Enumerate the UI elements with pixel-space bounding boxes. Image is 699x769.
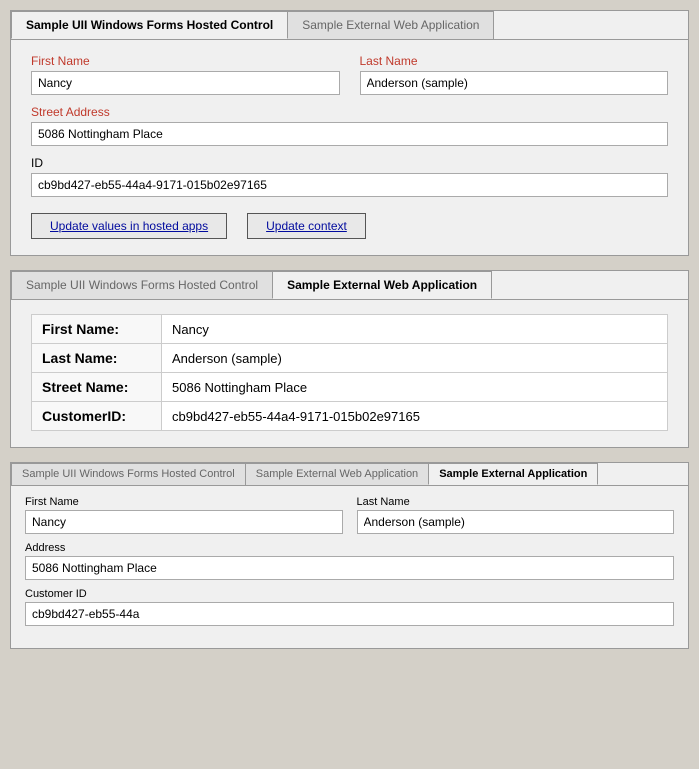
panel-3-firstname-label: First Name xyxy=(25,496,343,508)
panel-3-row-address: Address xyxy=(25,542,674,580)
table-row: CustomerID: cb9bd427-eb55-44a4-9171-015b… xyxy=(32,402,668,431)
panel-1-first-name-label: First Name xyxy=(31,54,340,68)
panel-3-lastname-group: Last Name xyxy=(357,496,675,534)
update-apps-button[interactable]: Update values in hosted apps xyxy=(31,213,227,239)
update-context-button[interactable]: Update context xyxy=(247,213,366,239)
panel-3-address-label: Address xyxy=(25,542,674,554)
table-cell-firstname-value: Nancy xyxy=(162,315,668,344)
panel-1-last-name-label: Last Name xyxy=(360,54,669,68)
table-row: Last Name: Anderson (sample) xyxy=(32,344,668,373)
panel-2-tab-bar: Sample UII Windows Forms Hosted Control … xyxy=(11,271,688,300)
panel-1-first-name-input[interactable] xyxy=(31,71,340,95)
panel-2-tab-external-web[interactable]: Sample External Web Application xyxy=(272,271,492,299)
panel-3-customerid-label: Customer ID xyxy=(25,588,674,600)
panel-1-body: First Name Last Name Street Address ID U… xyxy=(11,40,688,255)
panel-3-tab-external-app[interactable]: Sample External Application xyxy=(428,463,598,485)
panel-1-button-row: Update values in hosted apps Update cont… xyxy=(31,213,668,239)
panel-3-firstname-group: First Name xyxy=(25,496,343,534)
table-cell-lastname-value: Anderson (sample) xyxy=(162,344,668,373)
panel-3-customerid-group: Customer ID xyxy=(25,588,674,626)
panel-3-row-customerid: Customer ID xyxy=(25,588,674,626)
panel-1-tab-external-web[interactable]: Sample External Web Application xyxy=(287,11,494,39)
table-row: Street Name: 5086 Nottingham Place xyxy=(32,373,668,402)
panel-2-tab-windows-forms[interactable]: Sample UII Windows Forms Hosted Control xyxy=(11,271,273,299)
panel-3-lastname-input[interactable] xyxy=(357,510,675,534)
panel-3-tab-windows-forms[interactable]: Sample UII Windows Forms Hosted Control xyxy=(11,463,246,485)
panel-3: Sample UII Windows Forms Hosted Control … xyxy=(10,462,689,649)
panel-1-id-group: ID xyxy=(31,156,668,197)
table-cell-firstname-label: First Name: xyxy=(32,315,162,344)
table-row: First Name: Nancy xyxy=(32,315,668,344)
panel-1-tab-windows-forms[interactable]: Sample UII Windows Forms Hosted Control xyxy=(11,11,288,39)
table-cell-street-value: 5086 Nottingham Place xyxy=(162,373,668,402)
panel-3-tab-bar: Sample UII Windows Forms Hosted Control … xyxy=(11,463,688,486)
panel-1-street-group: Street Address xyxy=(31,105,668,146)
panel-1-id-input[interactable] xyxy=(31,173,668,197)
panel-3-row-name: First Name Last Name xyxy=(25,496,674,534)
panel-1: Sample UII Windows Forms Hosted Control … xyxy=(10,10,689,256)
panel-1-id-label: ID xyxy=(31,156,668,170)
panel-1-row-name: First Name Last Name xyxy=(31,54,668,95)
panel-1-street-label: Street Address xyxy=(31,105,668,119)
panel-1-row-id: ID xyxy=(31,156,668,197)
panel-1-row-street: Street Address xyxy=(31,105,668,146)
panel-3-address-input[interactable] xyxy=(25,556,674,580)
panel-1-first-name-group: First Name xyxy=(31,54,340,95)
info-table: First Name: Nancy Last Name: Anderson (s… xyxy=(31,314,668,431)
panel-3-body: First Name Last Name Address Customer ID xyxy=(11,486,688,648)
table-cell-lastname-label: Last Name: xyxy=(32,344,162,373)
panel-1-last-name-input[interactable] xyxy=(360,71,669,95)
table-cell-street-label: Street Name: xyxy=(32,373,162,402)
panel-2-body: First Name: Nancy Last Name: Anderson (s… xyxy=(11,300,688,447)
table-cell-customerid-label: CustomerID: xyxy=(32,402,162,431)
panel-3-customerid-input[interactable] xyxy=(25,602,674,626)
panel-3-firstname-input[interactable] xyxy=(25,510,343,534)
panel-1-street-input[interactable] xyxy=(31,122,668,146)
table-cell-customerid-value: cb9bd427-eb55-44a4-9171-015b02e97165 xyxy=(162,402,668,431)
panel-3-lastname-label: Last Name xyxy=(357,496,675,508)
panel-1-tab-bar: Sample UII Windows Forms Hosted Control … xyxy=(11,11,688,40)
panel-1-last-name-group: Last Name xyxy=(360,54,669,95)
panel-2: Sample UII Windows Forms Hosted Control … xyxy=(10,270,689,448)
panel-3-tab-external-web[interactable]: Sample External Web Application xyxy=(245,463,429,485)
panel-3-address-group: Address xyxy=(25,542,674,580)
